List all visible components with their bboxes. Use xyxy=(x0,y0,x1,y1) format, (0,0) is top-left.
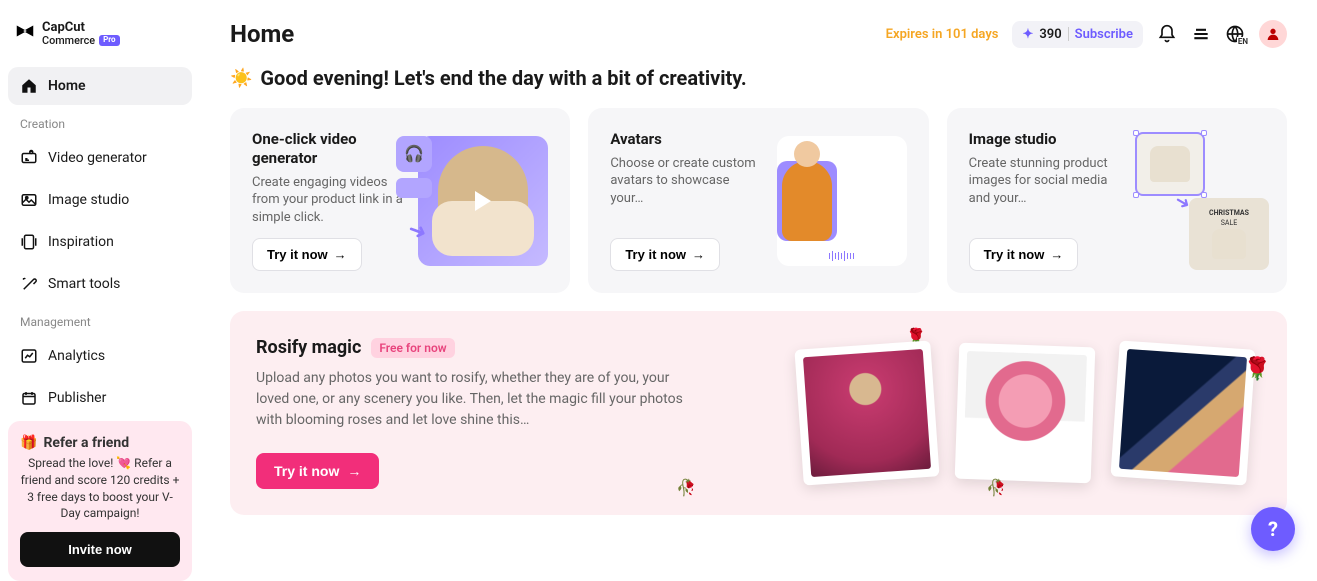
nav-section-management: Management xyxy=(8,307,192,333)
expires-text: Expires in 101 days xyxy=(886,27,999,42)
rosify-images: 🌹 🥀 🥀 🌹 xyxy=(706,337,1261,489)
language-icon[interactable]: EN xyxy=(1225,24,1245,44)
feature-cards-row: One-click video generator Create engagin… xyxy=(230,108,1287,293)
card-illustration: ➜ CHRISTMASSALE xyxy=(1135,136,1265,266)
nav-label: Image studio xyxy=(48,192,129,208)
nav-video-generator[interactable]: Video generator xyxy=(8,139,192,177)
nav-home[interactable]: Home xyxy=(8,67,192,105)
nav-image-studio[interactable]: Image studio xyxy=(8,181,192,219)
publisher-icon xyxy=(20,389,38,407)
rosify-title: Rosify magic xyxy=(256,337,361,358)
rosify-desc: Upload any photos you want to rosify, wh… xyxy=(256,368,686,431)
try-label: Try it now xyxy=(274,463,339,479)
analytics-icon xyxy=(20,347,38,365)
card-desc: Create stunning product images for socia… xyxy=(969,155,1123,208)
nav-label: Video generator xyxy=(48,150,147,166)
free-badge: Free for now xyxy=(371,338,454,358)
rosify-sample-1 xyxy=(794,341,939,486)
pro-badge: Pro xyxy=(99,35,119,45)
try-label: Try it now xyxy=(267,247,328,262)
nav-label: Home xyxy=(48,78,86,94)
try-label: Try it now xyxy=(984,247,1045,262)
rosify-sample-3 xyxy=(1110,341,1255,486)
card-title: Avatars xyxy=(610,130,764,149)
video-generator-icon xyxy=(20,149,38,167)
help-button[interactable]: ? xyxy=(1251,507,1295,551)
rosify-sample-2 xyxy=(955,343,1096,484)
try-button-video[interactable]: Try it now → xyxy=(252,238,362,271)
nav-inspiration[interactable]: Inspiration xyxy=(8,223,192,261)
arrow-right-icon: → xyxy=(692,247,705,262)
rosify-card: Rosify magic Free for now Upload any pho… xyxy=(230,311,1287,515)
arrow-right-icon: → xyxy=(1050,247,1063,262)
nav-publisher[interactable]: Publisher xyxy=(8,379,192,417)
subscribe-link[interactable]: Subscribe xyxy=(1075,27,1133,42)
home-icon xyxy=(20,77,38,95)
card-image-studio[interactable]: Image studio Create stunning product ima… xyxy=(947,108,1287,293)
nav-label: Inspiration xyxy=(48,234,114,250)
try-label: Try it now xyxy=(625,247,686,262)
topbar: Home Expires in 101 days ✦ 390 Subscribe… xyxy=(230,20,1287,48)
bell-icon[interactable] xyxy=(1157,24,1177,44)
card-video-generator[interactable]: One-click video generator Create engagin… xyxy=(230,108,570,293)
greeting-row: ☀️ Good evening! Let's end the day with … xyxy=(230,66,1287,90)
nav-label: Publisher xyxy=(48,390,106,406)
help-icon: ? xyxy=(1268,517,1278,541)
diamond-icon: ✦ xyxy=(1022,27,1033,42)
brand-name: CapCut xyxy=(42,20,85,35)
try-button-studio[interactable]: Try it now → xyxy=(969,238,1079,271)
brand-logo[interactable]: CapCut Commerce Pro xyxy=(8,20,192,47)
nav-analytics[interactable]: Analytics xyxy=(8,337,192,375)
waveform-icon xyxy=(785,248,899,264)
rosify-try-button[interactable]: Try it now → xyxy=(256,453,379,489)
smart-tools-icon xyxy=(20,275,38,293)
invite-button[interactable]: Invite now xyxy=(20,532,180,567)
refer-card: 🎁 Refer a friend Spread the love! 💘 Refe… xyxy=(8,421,192,581)
card-title: One-click video generator xyxy=(252,130,406,168)
nav-label: Analytics xyxy=(48,348,105,364)
credits-value: 390 xyxy=(1039,27,1061,42)
inspiration-icon xyxy=(20,233,38,251)
nav-smart-tools[interactable]: Smart tools xyxy=(8,265,192,303)
arrow-right-icon: → xyxy=(334,247,347,262)
rose-petal-icon: 🥀 xyxy=(676,478,696,497)
menu-lines-icon[interactable] xyxy=(1191,24,1211,44)
user-avatar[interactable] xyxy=(1259,20,1287,48)
sun-icon: ☀️ xyxy=(230,68,252,89)
refer-desc: Spread the love! 💘 Refer a friend and sc… xyxy=(20,455,180,522)
card-illustration xyxy=(777,136,907,266)
main-content: Home Expires in 101 days ✦ 390 Subscribe… xyxy=(200,0,1317,573)
card-desc: Create engaging videos from your product… xyxy=(252,174,406,227)
refer-title: Refer a friend xyxy=(43,435,129,451)
card-avatars[interactable]: Avatars Choose or create custom avatars … xyxy=(588,108,928,293)
refer-title-row: 🎁 Refer a friend xyxy=(20,435,180,451)
image-studio-icon xyxy=(20,191,38,209)
logo-mark-icon xyxy=(14,20,36,47)
greeting-text: Good evening! Let's end the day with a b… xyxy=(260,66,746,90)
headphones-icon: 🎧 xyxy=(396,136,432,172)
brand-subline: Commerce xyxy=(42,35,95,46)
page-title: Home xyxy=(230,20,294,48)
nav-section-creation: Creation xyxy=(8,109,192,135)
play-icon xyxy=(475,191,491,211)
card-desc: Choose or create custom avatars to showc… xyxy=(610,155,764,208)
logo-text: CapCut Commerce Pro xyxy=(42,21,120,46)
card-illustration: 🎧 ➜ xyxy=(418,136,548,266)
try-button-avatars[interactable]: Try it now → xyxy=(610,238,720,271)
sidebar: CapCut Commerce Pro Home Creation Video … xyxy=(0,0,200,573)
gift-icon: 🎁 xyxy=(20,435,37,451)
rose-petal-icon: 🥀 xyxy=(986,478,1006,497)
arrow-right-icon: → xyxy=(347,463,361,479)
card-title: Image studio xyxy=(969,130,1123,149)
curved-arrow-icon: ➜ xyxy=(405,216,431,246)
rose-icon: 🌹 xyxy=(1244,357,1271,382)
language-badge: EN xyxy=(1237,37,1249,46)
credits-pill: ✦ 390 Subscribe xyxy=(1012,21,1143,48)
nav-label: Smart tools xyxy=(48,276,120,292)
